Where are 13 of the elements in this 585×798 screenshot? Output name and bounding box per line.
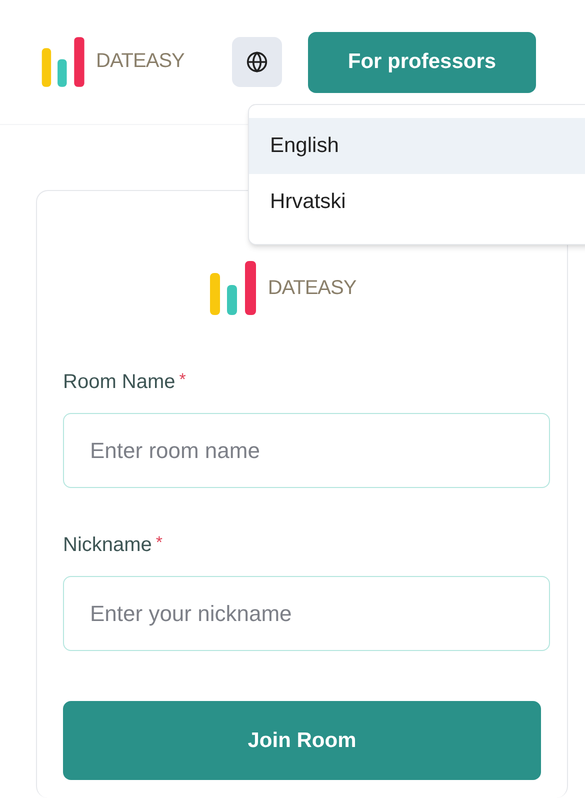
logo-text: DATEASY — [96, 49, 184, 74]
for-professors-button[interactable]: For professors — [308, 32, 536, 92]
input-field[interactable]: Enter your nickname — [63, 576, 550, 651]
field-label: Nickname — [63, 533, 152, 558]
language-option[interactable]: English — [249, 118, 585, 174]
join-room-button[interactable]: Join Room — [63, 701, 541, 780]
logo-text: DATEASY — [268, 276, 356, 301]
language-button[interactable] — [232, 37, 282, 87]
required-mark: * — [156, 532, 163, 554]
input-field[interactable]: Enter room name — [63, 413, 550, 488]
field-label: Room Name — [63, 370, 176, 395]
required-mark: * — [179, 369, 186, 391]
globe-icon — [246, 51, 268, 73]
